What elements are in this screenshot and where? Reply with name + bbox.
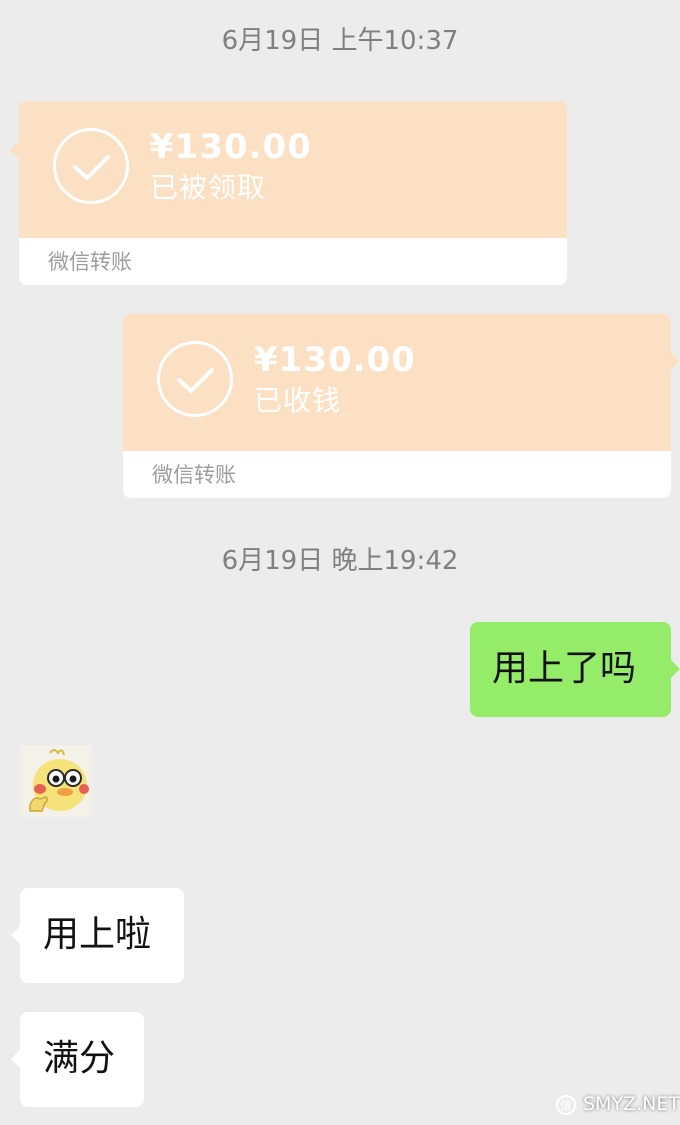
transfer-card-received[interactable]: ¥130.00 已被领取 微信转账: [10, 101, 567, 285]
message-text: 用上了吗: [492, 648, 637, 689]
bubble-tail: [10, 141, 19, 159]
transfer-amount: ¥130.00: [150, 127, 312, 167]
bubble-tail: [671, 660, 680, 678]
transfer-card-sent[interactable]: ¥130.00 已收钱 微信转账: [123, 314, 680, 498]
transfer-brand-label: 微信转账: [48, 250, 132, 274]
watermark-logo-icon: 值: [555, 1094, 577, 1116]
timestamp-second: 6月19日 晚上19:42: [221, 546, 459, 576]
transfer-amount: ¥130.00: [254, 340, 416, 380]
message-text: 满分: [43, 1038, 116, 1079]
message-text: 用上啦: [43, 914, 152, 955]
bubble-tail: [671, 352, 680, 370]
bubble-tail: [11, 1050, 20, 1068]
message-bubble-incoming[interactable]: 满分: [11, 1012, 144, 1107]
transfer-status: 已被领取: [150, 171, 267, 204]
svg-text:值: 值: [561, 1099, 572, 1112]
transfer-status: 已收钱: [254, 384, 342, 417]
message-bubble-outgoing[interactable]: 用上了吗: [470, 622, 680, 717]
transfer-brand-label: 微信转账: [152, 463, 236, 487]
watermark-text: SMYZ.NET: [583, 1093, 680, 1115]
duck-sticker-icon[interactable]: [20, 745, 92, 817]
check-circle-icon: [53, 128, 129, 204]
check-circle-icon: [157, 341, 233, 417]
message-bubble-incoming[interactable]: 用上啦: [11, 888, 184, 983]
timestamp-first: 6月19日 上午10:37: [221, 26, 459, 56]
bubble-tail: [11, 926, 20, 944]
